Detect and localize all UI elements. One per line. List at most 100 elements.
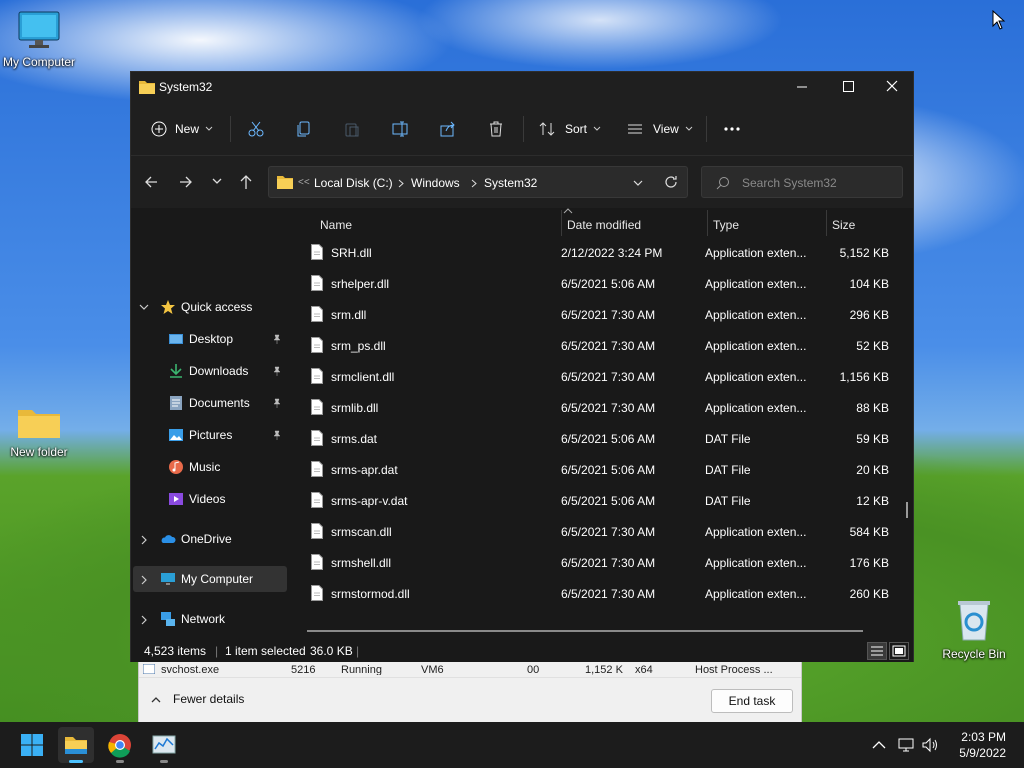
paste-button[interactable] xyxy=(344,116,360,142)
file-row[interactable]: SRH.dll 2/12/2022 3:24 PM Application exte… xyxy=(301,237,901,268)
new-button[interactable]: New xyxy=(151,116,213,142)
breadcrumb-item[interactable]: Windows xyxy=(411,176,460,190)
share-button[interactable] xyxy=(440,116,456,142)
end-task-button[interactable]: End task xyxy=(711,689,793,713)
desktop-icon-my-computer[interactable]: My Computer xyxy=(0,10,81,69)
address-bar[interactable]: << Local Disk (C:) Windows System32 xyxy=(268,166,688,198)
nav-item-network[interactable]: Network xyxy=(131,606,287,632)
column-divider[interactable] xyxy=(561,210,562,236)
file-row[interactable]: srms-apr-v.dat 6/5/2021 5:06 AM DAT File 12… xyxy=(301,485,901,516)
file-row[interactable]: srmscan.dll 6/5/2021 7:30 AM Application e… xyxy=(301,516,901,547)
nav-item-videos[interactable]: Videos xyxy=(131,486,287,512)
file-row[interactable]: srm_ps.dll 6/5/2021 7:30 AM Application ex… xyxy=(301,330,901,361)
pin-icon[interactable] xyxy=(272,334,282,344)
cut-button[interactable] xyxy=(248,116,264,142)
chevron-up-icon[interactable] xyxy=(151,696,161,704)
nav-item-pictures[interactable]: Pictures xyxy=(131,422,287,448)
monitor-icon xyxy=(161,573,175,585)
breadcrumb-item[interactable]: System32 xyxy=(484,176,537,190)
column-divider[interactable] xyxy=(826,210,827,236)
title-bar[interactable]: System32 xyxy=(131,72,913,102)
sort-button[interactable]: Sort xyxy=(539,116,601,142)
details-view-button[interactable] xyxy=(867,642,887,660)
file-date: 6/5/2021 7:30 AM xyxy=(561,339,656,353)
file-row[interactable]: srm.dll 6/5/2021 7:30 AM Application exten… xyxy=(301,299,901,330)
chevron-down-icon[interactable] xyxy=(633,180,643,187)
breadcrumb-overflow[interactable]: << xyxy=(298,177,310,188)
status-separator: | xyxy=(215,644,219,658)
system-clock[interactable]: 2:03 PM 5/9/2022 xyxy=(959,729,1006,761)
chevron-right-icon[interactable] xyxy=(141,535,148,545)
nav-item-music[interactable]: Music xyxy=(131,454,287,480)
chevron-right-icon[interactable] xyxy=(141,615,148,625)
process-row[interactable]: svchost.exe 5216 Running VM6 00 1,152 K … xyxy=(139,661,801,675)
file-size: 88 KB xyxy=(856,401,889,415)
file-date: 2/12/2022 3:24 PM xyxy=(561,246,663,260)
file-row[interactable]: srmshell.dll 6/5/2021 7:30 AM Application … xyxy=(301,547,901,578)
pin-icon[interactable] xyxy=(272,398,282,408)
desktop-icon-new-folder[interactable]: New folder xyxy=(0,404,81,459)
up-arrow-icon[interactable] xyxy=(239,174,253,190)
file-row[interactable]: srms.dat 6/5/2021 5:06 AM DAT File 59 KB xyxy=(301,423,901,454)
file-row[interactable]: srmstormod.dll 6/5/2021 7:30 AM Applicatio… xyxy=(301,578,901,609)
copy-button[interactable] xyxy=(296,116,312,142)
chevron-down-icon[interactable] xyxy=(139,304,149,311)
more-options-button[interactable] xyxy=(723,116,741,142)
folder-icon xyxy=(139,81,155,94)
file-date: 6/5/2021 5:06 AM xyxy=(561,463,656,477)
document-icon xyxy=(170,396,182,410)
network-icon[interactable] xyxy=(897,736,915,754)
file-row[interactable]: srms-apr.dat 6/5/2021 5:06 AM DAT File 20 K… xyxy=(301,454,901,485)
chevron-right-icon[interactable] xyxy=(471,179,477,188)
recent-locations-chevron-icon[interactable] xyxy=(212,178,222,186)
taskbar-file-explorer[interactable] xyxy=(58,727,94,763)
volume-icon[interactable] xyxy=(921,736,939,754)
file-date: 6/5/2021 7:30 AM xyxy=(561,370,656,384)
horizontal-scrollbar-thumb[interactable] xyxy=(307,630,863,632)
command-bar: New Sort View xyxy=(131,102,913,156)
fewer-details-link[interactable]: Fewer details xyxy=(173,692,244,706)
desktop-icon-recycle-bin[interactable]: Recycle Bin xyxy=(932,598,1016,661)
nav-item-onedrive[interactable]: OneDrive xyxy=(131,526,287,552)
breadcrumb-item[interactable]: Local Disk (C:) xyxy=(314,176,393,190)
file-name: srm.dll xyxy=(331,308,367,322)
start-button[interactable] xyxy=(14,727,50,763)
nav-item-downloads[interactable]: Downloads xyxy=(131,358,287,384)
minimize-button[interactable] xyxy=(779,72,825,102)
forward-arrow-icon[interactable] xyxy=(179,175,193,189)
refresh-icon[interactable] xyxy=(664,175,678,189)
column-header-date[interactable]: Date modified xyxy=(567,218,641,232)
clock-time: 2:03 PM xyxy=(961,730,1006,744)
sort-ascending-icon xyxy=(563,208,573,214)
tiles-view-button[interactable] xyxy=(889,642,909,660)
column-header-name[interactable]: Name xyxy=(320,218,352,232)
column-divider[interactable] xyxy=(707,210,708,236)
rename-button[interactable] xyxy=(392,116,410,142)
chevron-right-icon[interactable] xyxy=(141,575,148,585)
chevron-down-icon xyxy=(685,126,693,131)
back-arrow-icon[interactable] xyxy=(144,175,158,189)
chevron-right-icon[interactable] xyxy=(398,179,404,188)
pin-icon[interactable] xyxy=(272,430,282,440)
pin-icon[interactable] xyxy=(272,366,282,376)
close-button[interactable] xyxy=(869,72,915,102)
search-box[interactable]: Search System32 xyxy=(701,166,903,198)
taskbar-task-manager[interactable] xyxy=(146,727,182,763)
nav-item-documents[interactable]: Documents xyxy=(131,390,287,416)
file-row[interactable]: srmclient.dll 6/5/2021 7:30 AM Application… xyxy=(301,361,901,392)
file-row[interactable]: srhelper.dll 6/5/2021 5:06 AM Application … xyxy=(301,268,901,299)
file-row[interactable]: srmlib.dll 6/5/2021 7:30 AM Application ex… xyxy=(301,392,901,423)
nav-item-quick-access[interactable]: Quick access xyxy=(131,294,287,320)
nav-label: Videos xyxy=(189,492,226,506)
view-button[interactable]: View xyxy=(627,116,693,142)
vertical-scrollbar-thumb[interactable] xyxy=(906,502,908,518)
taskbar-chrome[interactable] xyxy=(102,727,138,763)
maximize-button[interactable] xyxy=(825,72,871,102)
column-header-type[interactable]: Type xyxy=(713,218,739,232)
chevron-up-icon[interactable] xyxy=(870,736,888,754)
video-icon xyxy=(169,493,183,505)
nav-item-my-computer[interactable]: My Computer xyxy=(133,566,287,592)
delete-button[interactable] xyxy=(488,116,504,142)
nav-item-desktop[interactable]: Desktop xyxy=(131,326,287,352)
column-header-size[interactable]: Size xyxy=(832,218,855,232)
